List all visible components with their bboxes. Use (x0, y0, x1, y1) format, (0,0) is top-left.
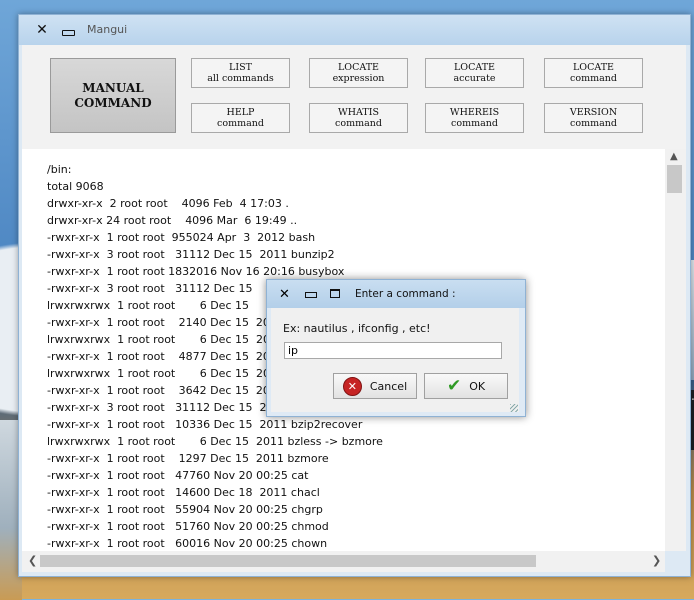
whereis-command-button[interactable]: WHEREIS command (425, 103, 524, 133)
help-command-button[interactable]: HELP command (191, 103, 290, 133)
button-label: command (451, 118, 498, 129)
button-label: accurate (453, 73, 496, 84)
version-command-button[interactable]: VERSION command (544, 103, 643, 133)
output-line: -rwxr-xr-x 1 root root 47760 Nov 20 00:2… (47, 469, 309, 482)
list-all-commands-button[interactable]: LIST all commands (191, 58, 290, 88)
button-label: WHATIS (338, 107, 379, 118)
output-line: -rwxr-xr-x 1 root root 3642 Dec 15 201 (47, 384, 277, 397)
button-label: LOCATE (338, 62, 379, 73)
button-label: command (217, 118, 264, 129)
output-line: -rwxr-xr-x 1 root root 55904 Nov 20 00:2… (47, 503, 323, 516)
minimize-icon[interactable] (61, 23, 75, 37)
button-label: WHEREIS (449, 107, 500, 118)
button-label: command (570, 118, 617, 129)
output-line: -rwxr-xr-x 1 root root 60016 Nov 20 00:2… (47, 537, 328, 550)
output-line: -rwxr-xr-x 3 root root 31112 Dec 15 201 (47, 401, 281, 414)
dialog-body: Ex: nautilus , ifconfig , etc! ✕ Cancel … (271, 308, 519, 412)
output-line: total 9068 (47, 180, 104, 193)
output-line: -rwxr-xr-x 1 root root 1832016 Nov 16 20… (47, 265, 345, 278)
whatis-command-button[interactable]: WHATIS command (309, 103, 408, 133)
dialog-title: Enter a command : (355, 288, 456, 300)
vertical-scrollbar[interactable]: ▲ (665, 149, 686, 551)
output-line: lrwxrwxrwx 1 root root 6 Dec 15 201 (47, 367, 277, 380)
locate-accurate-button[interactable]: LOCATE accurate (425, 58, 524, 88)
cancel-label: Cancel (369, 379, 408, 393)
output-line: drwxr-xr-x 24 root root 4096 Mar 6 19:49… (47, 214, 298, 227)
command-panel: MANUAL COMMAND LIST all commands LOCATE … (22, 45, 686, 149)
ok-button[interactable]: ✔ OK (424, 373, 508, 399)
command-input[interactable] (284, 342, 502, 359)
button-label: expression (332, 73, 385, 84)
enter-command-dialog: ✕ Enter a command : Ex: nautilus , ifcon… (266, 279, 526, 417)
resize-grip[interactable] (510, 404, 518, 412)
scroll-left-icon[interactable]: ❮ (28, 554, 37, 567)
output-line: -rwxr-xr-x 1 root root 10336 Dec 15 2011… (47, 418, 363, 431)
locate-expression-button[interactable]: LOCATE expression (309, 58, 408, 88)
output-line: -rwxr-xr-x 1 root root 51760 Nov 20 00:2… (47, 520, 329, 533)
output-line: -rwxr-xr-x 1 root root 2140 Dec 15 201 (47, 316, 277, 329)
output-line: -rwxr-xr-x 1 root root 14600 Dec 18 2011… (47, 486, 320, 499)
close-icon[interactable]: ✕ (279, 287, 290, 302)
output-line: /bin: (47, 163, 72, 176)
locate-command-button[interactable]: LOCATE command (544, 58, 643, 88)
output-line: -rwxr-xr-x 1 root root 1297 Dec 15 2011 … (47, 452, 329, 465)
vertical-scroll-thumb[interactable] (667, 165, 682, 193)
dialog-message: Ex: nautilus , ifconfig , etc! (283, 322, 431, 335)
button-label: LOCATE (573, 62, 614, 73)
button-label: LOCATE (454, 62, 495, 73)
button-label: HELP (226, 107, 255, 118)
output-line: lrwxrwxrwx 1 root root 6 Dec 15 201 (47, 333, 277, 346)
dialog-titlebar[interactable]: ✕ Enter a command : (267, 280, 525, 308)
manual-command-button[interactable]: MANUAL COMMAND (50, 58, 176, 133)
button-label: command (335, 118, 382, 129)
button-label: VERSION (569, 107, 618, 118)
window-titlebar[interactable]: ✕ Mangui (19, 15, 690, 45)
output-line: -rwxr-xr-x 3 root root 31112 Dec 15 2011… (47, 248, 335, 261)
scroll-up-icon[interactable]: ▲ (670, 151, 678, 162)
scroll-right-icon[interactable]: ❯ (652, 554, 661, 567)
output-line: -rwxr-xr-x 1 root root 955024 Apr 3 2012… (47, 231, 316, 244)
window-title: Mangui (87, 23, 128, 36)
manual-command-label: COMMAND (74, 95, 152, 110)
manual-command-label: MANUAL (82, 80, 144, 95)
horizontal-scrollbar[interactable]: ❮ ❯ (22, 551, 665, 572)
button-label: all commands (207, 73, 274, 84)
checkmark-icon: ✔ (446, 375, 462, 396)
output-line: lrwxrwxrwx 1 root root 6 Dec 15 2011 bzl… (47, 435, 383, 448)
minimize-icon[interactable] (305, 292, 317, 298)
cancel-icon: ✕ (342, 376, 362, 396)
horizontal-scroll-thumb[interactable] (40, 555, 536, 567)
button-label: LIST (229, 62, 252, 73)
output-line: -rwxr-xr-x 1 root root 4877 Dec 15 201 (47, 350, 277, 363)
output-line: lrwxrwxrwx 1 root root 6 Dec 15 (47, 299, 249, 312)
ok-label: OK (469, 379, 486, 393)
output-line: drwxr-xr-x 2 root root 4096 Feb 4 17:03 … (47, 197, 289, 210)
output-line: -rwxr-xr-x 3 root root 31112 Dec 15 (47, 282, 253, 295)
close-icon[interactable]: ✕ (35, 23, 49, 37)
maximize-icon[interactable] (330, 289, 340, 298)
button-label: command (570, 73, 617, 84)
cancel-button[interactable]: ✕ Cancel (333, 373, 417, 399)
